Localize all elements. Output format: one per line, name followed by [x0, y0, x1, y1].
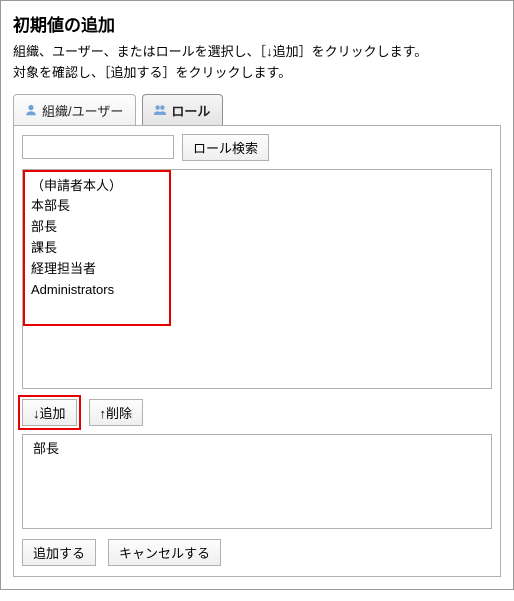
- selected-list[interactable]: 部長: [22, 434, 492, 529]
- tab-org-user-label: 組織/ユーザー: [42, 101, 123, 120]
- remove-button[interactable]: ↑削除: [89, 399, 144, 426]
- footer-buttons: 追加する キャンセルする: [22, 539, 492, 566]
- role-search-input[interactable]: [22, 135, 174, 159]
- add-button[interactable]: ↓追加: [22, 399, 77, 426]
- list-item[interactable]: 経理担当者: [27, 259, 487, 280]
- main-panel: ロール検索 （申請者本人） 本部長 部長 課長 経理担当者 Administra…: [13, 126, 501, 577]
- page-title: 初期値の追加: [13, 11, 501, 36]
- role-search-button[interactable]: ロール検索: [182, 134, 269, 161]
- list-item[interactable]: 課長: [27, 238, 487, 259]
- role-list[interactable]: （申請者本人） 本部長 部長 課長 経理担当者 Administrators: [22, 169, 492, 389]
- list-item[interactable]: 部長: [29, 439, 485, 460]
- cancel-button[interactable]: キャンセルする: [108, 539, 221, 566]
- tab-org-user[interactable]: 組織/ユーザー: [13, 94, 136, 125]
- list-item[interactable]: （申請者本人）: [27, 176, 487, 197]
- user-icon: [24, 103, 38, 117]
- list-item[interactable]: 本部長: [27, 196, 487, 217]
- tab-role[interactable]: ロール: [142, 94, 223, 125]
- users-icon: [153, 103, 167, 117]
- description: 組織、ユーザー、またはロールを選択し、［↓追加］をクリックします。 対象を確認し…: [13, 42, 501, 84]
- tab-row: 組織/ユーザー ロール: [13, 94, 501, 126]
- dialog-container: 初期値の追加 組織、ユーザー、またはロールを選択し、［↓追加］をクリックします。…: [0, 0, 514, 590]
- description-line2: 対象を確認し、［追加する］をクリックします。: [13, 65, 291, 80]
- tab-role-label: ロール: [171, 101, 210, 120]
- list-item[interactable]: Administrators: [27, 280, 487, 301]
- search-row: ロール検索: [22, 134, 492, 161]
- submit-button[interactable]: 追加する: [22, 539, 96, 566]
- description-line1: 組織、ユーザー、またはロールを選択し、［↓追加］をクリックします。: [13, 44, 427, 59]
- list-item[interactable]: 部長: [27, 217, 487, 238]
- action-row: ↓追加 ↑削除: [22, 399, 492, 426]
